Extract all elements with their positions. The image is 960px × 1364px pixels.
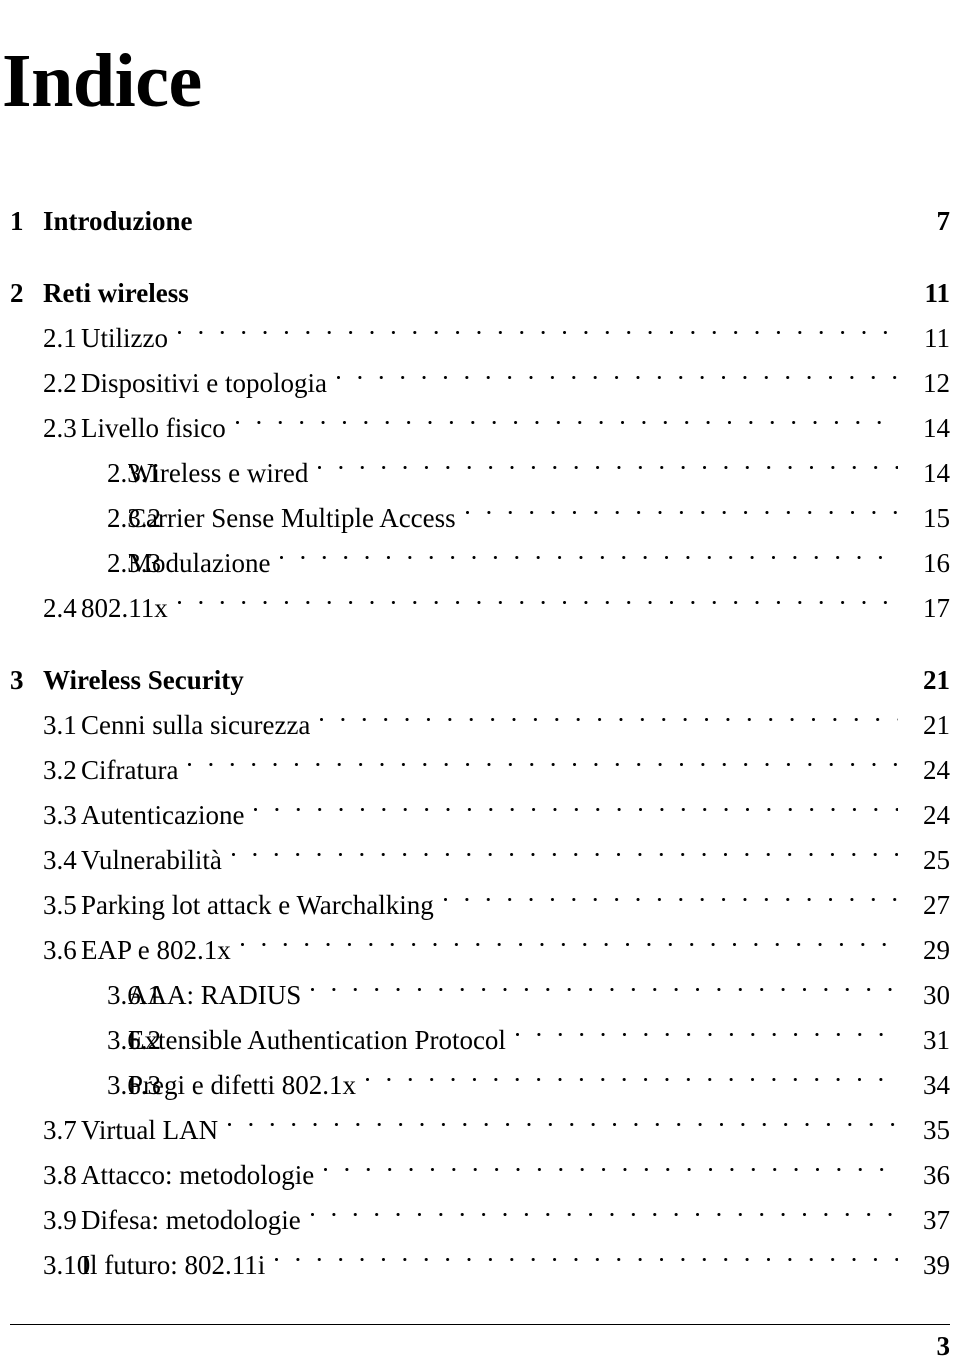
toc-dot-leader (240, 914, 898, 959)
toc-entry-page-number: 17 (923, 593, 950, 623)
toc-entry[interactable]: 3.6 EAP e 802.1x 29 (0, 914, 960, 965)
toc-entry[interactable]: 2.3.2 Carrier Sense Multiple Access 15 (0, 482, 960, 533)
toc-entry-page-number: 39 (923, 1250, 950, 1280)
toc-dot-leader (443, 869, 898, 914)
toc-dot-leader (465, 482, 898, 527)
toc-entry[interactable]: 3.8 Attacco: metodologie 36 (0, 1139, 960, 1190)
toc-dot-leader (275, 1229, 898, 1274)
toc-dot-leader (177, 302, 898, 347)
toc-entry[interactable]: 3.5 Parking lot attack e Warchalking 27 (0, 869, 960, 920)
toc-entry[interactable]: 3.4 Vulnerabilità 25 (0, 824, 960, 875)
toc-entry-number: 2.4 (43, 593, 77, 623)
toc-dot-leader (365, 1049, 898, 1094)
toc-entry[interactable]: 3.1 Cenni sulla sicurezza 21 (0, 689, 960, 740)
toc-dot-leader (177, 572, 898, 617)
toc-entry[interactable]: 3.9 Difesa: metodologie 37 (0, 1184, 960, 1235)
toc-dot-leader (310, 1184, 898, 1229)
toc-entry[interactable]: 3.3 Autenticazione 24 (0, 779, 960, 830)
toc-entry[interactable]: 3.2 Cifratura 24 (0, 734, 960, 785)
toc-entry[interactable]: 3.10 Il futuro: 802.11i 39 (0, 1229, 960, 1280)
toc-dot-leader (324, 1139, 898, 1184)
toc-entry[interactable]: 2.4 802.11x 17 (0, 572, 960, 623)
toc-entry-label: Il futuro: 802.11i (81, 1250, 266, 1280)
toc-dot-leader (515, 1004, 898, 1049)
toc-entry[interactable]: 3.6.3 Pregi e difetti 802.1x 34 (0, 1049, 960, 1100)
toc-page: Indice 1 Introduzione 7 2 Reti wireless 11 2.1… (0, 0, 960, 1364)
toc-entry[interactable]: 1 Introduzione 7 (0, 185, 960, 236)
toc-entry-number: 3.10 (43, 1250, 91, 1280)
toc-dot-leader (318, 437, 898, 482)
toc-entry[interactable]: 2.2 Dispositivi e topologia 12 (0, 347, 960, 398)
toc-dot-leader (337, 347, 898, 392)
toc-dot-leader (254, 644, 898, 689)
toc-entry[interactable]: 3.6.2 Extensible Authentication Protocol 3… (0, 1004, 960, 1055)
toc-list: 1 Introduzione 7 2 Reti wireless 11 2.1 Utilizz… (0, 185, 960, 1280)
toc-entry[interactable]: 2.3.3 Modulazione 16 (0, 527, 960, 578)
toc-entry[interactable]: 2.3 Livello fisico 14 (0, 392, 960, 443)
footer-divider (10, 1324, 950, 1325)
toc-dot-leader (188, 734, 898, 779)
toc-entry[interactable]: 2.1 Utilizzo 11 (0, 302, 960, 353)
toc-entry[interactable]: 3.6.1 AAA: RADIUS 30 (0, 959, 960, 1010)
toc-dot-leader (199, 257, 898, 302)
toc-dot-leader (254, 779, 898, 824)
toc-entry-label: 802.11x (81, 593, 168, 623)
footer-page-number: 3 (936, 1331, 951, 1361)
toc-dot-leader (280, 527, 898, 572)
toc-dot-leader (320, 689, 898, 734)
toc-entry[interactable]: 3.7 Virtual LAN 35 (0, 1094, 960, 1145)
toc-entry-number: 1 (10, 206, 24, 236)
page-title: Indice (2, 38, 202, 123)
toc-dot-leader (203, 185, 898, 230)
toc-dot-leader (228, 1094, 898, 1139)
toc-dot-leader (311, 959, 898, 1004)
toc-entry-page-number: 7 (936, 206, 951, 236)
toc-entry[interactable]: 2 Reti wireless 11 (0, 257, 960, 308)
toc-entry-label: Introduzione (43, 206, 193, 236)
toc-entry[interactable]: 2.3.1 Wireless e wired 14 (0, 437, 960, 488)
toc-entry[interactable]: 3 Wireless Security 21 (0, 644, 960, 695)
toc-dot-leader (231, 824, 898, 869)
toc-dot-leader (235, 392, 898, 437)
